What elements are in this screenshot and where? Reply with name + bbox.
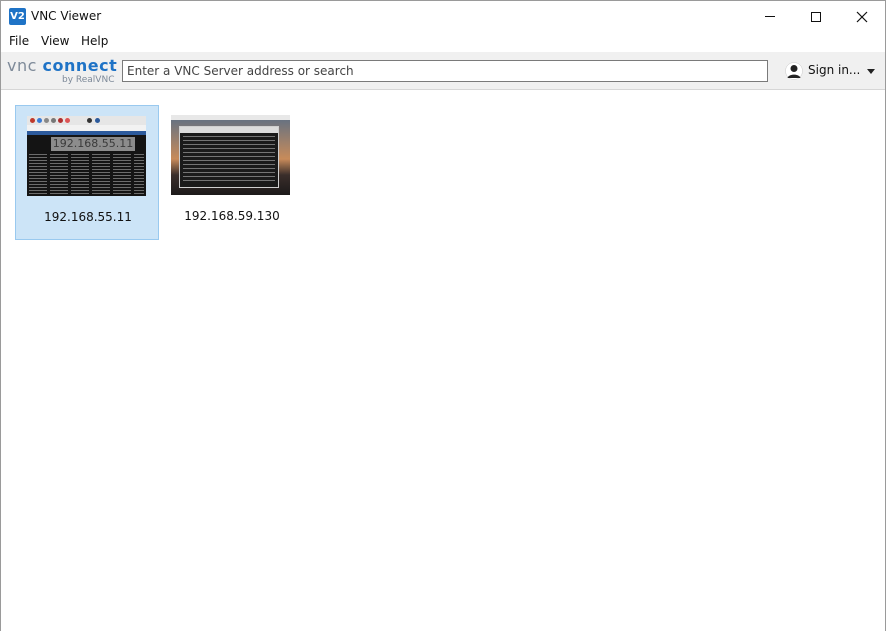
menu-bar: File View Help (1, 32, 885, 52)
vnc-connect-logo: vnc connect by RealVNC (7, 56, 117, 86)
maximize-icon (811, 11, 821, 22)
logo-byline: by RealVNC (62, 75, 115, 85)
thumbnail-address-overlay: 192.168.55.11 (51, 137, 135, 151)
address-book-area: 192.168.55.11 192.168.55.11 192.168.59.1… (1, 91, 885, 631)
menu-help[interactable]: Help (81, 34, 108, 48)
menu-file[interactable]: File (9, 34, 29, 48)
toolbar: vnc connect by RealVNC Sign in... (1, 52, 885, 90)
connection-tile[interactable]: 192.168.59.130 (160, 105, 304, 240)
user-account-icon (785, 62, 803, 80)
close-icon (856, 11, 868, 22)
connection-thumbnail (171, 115, 290, 195)
close-button[interactable] (839, 1, 885, 32)
server-address-search-input[interactable] (122, 60, 768, 82)
vnc-viewer-window: V2 VNC Viewer File View Help vnc connect… (0, 0, 886, 631)
window-title: VNC Viewer (31, 9, 102, 23)
connection-label: 192.168.55.11 (44, 210, 132, 224)
minimize-icon (765, 16, 775, 17)
sign-in-label: Sign in... (808, 63, 861, 77)
logo-vnc-text: vnc (7, 56, 37, 75)
sign-in-button[interactable]: Sign in... (783, 60, 881, 82)
connection-tile[interactable]: 192.168.55.11 192.168.55.11 (15, 105, 159, 240)
minimize-button[interactable] (747, 1, 793, 32)
chevron-down-icon[interactable] (867, 69, 875, 74)
connection-label: 192.168.59.130 (184, 209, 280, 223)
logo-wordmark: vnc connect (7, 56, 117, 75)
maximize-button[interactable] (793, 1, 839, 32)
connection-thumbnail: 192.168.55.11 (27, 116, 146, 196)
vnc-app-icon: V2 (9, 8, 26, 25)
logo-connect-text: connect (42, 56, 118, 75)
menu-view[interactable]: View (41, 34, 69, 48)
title-bar[interactable]: V2 VNC Viewer (1, 1, 885, 32)
